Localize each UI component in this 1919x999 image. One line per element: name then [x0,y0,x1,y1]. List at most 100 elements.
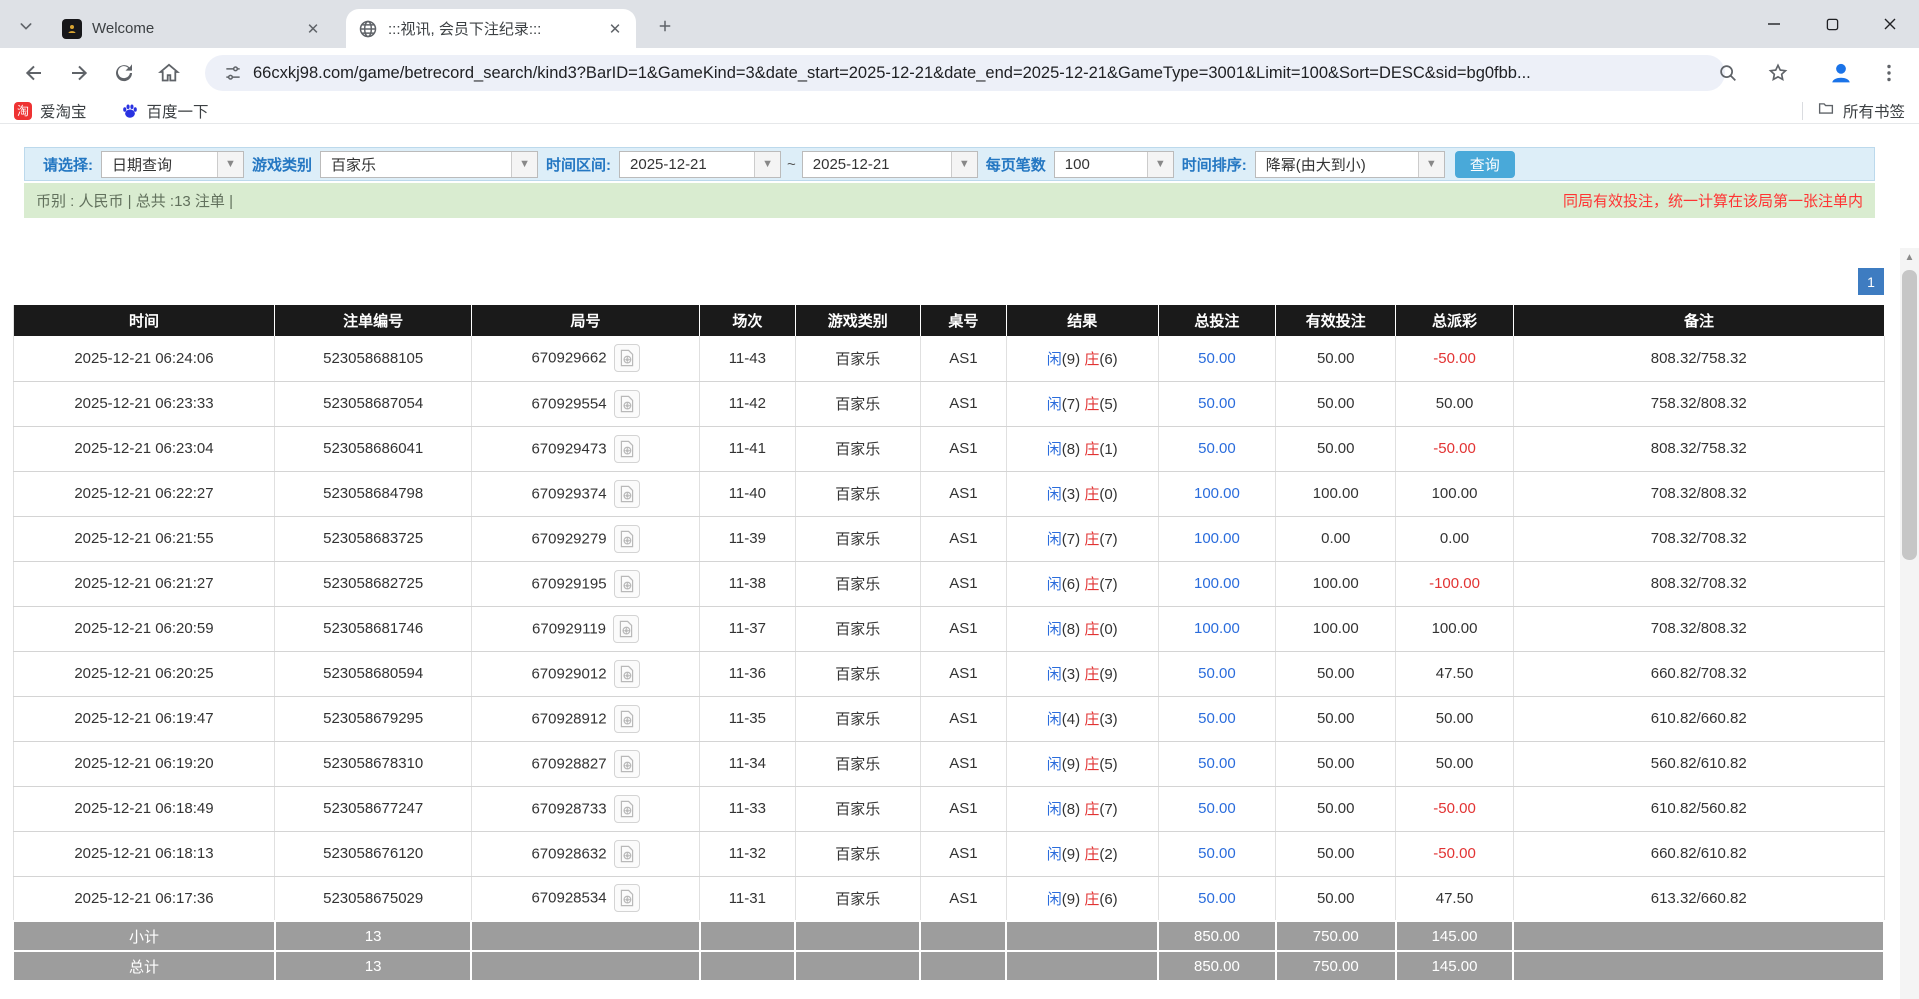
video-replay-icon [619,395,635,413]
address-bar[interactable]: 66cxkj98.com/game/betrecord_search/kind3… [205,55,1725,91]
cell-time: 2025-12-21 06:18:13 [13,831,275,876]
tab-close-icon[interactable]: ✕ [302,18,324,40]
query-mode-select[interactable]: 日期查询 ▼ [101,151,244,178]
cell-result: 闲(8) 庄(7) [1006,786,1158,831]
new-tab-button[interactable] [652,13,678,39]
page-size-value: 100 [1055,152,1147,177]
cell-remark: 660.82/610.82 [1513,831,1884,876]
subtotal-row: 小计13 850.00750.00 145.00 [13,921,1884,951]
cell-round-id: 670929473 [471,426,699,471]
video-replay-button[interactable] [613,615,639,643]
cell-time: 2025-12-21 06:23:33 [13,381,275,426]
site-settings-icon[interactable] [223,63,243,83]
date-start-select[interactable]: 2025-12-21 ▼ [619,151,781,178]
cell-time: 2025-12-21 06:21:55 [13,516,275,561]
sort-select[interactable]: 降幂(由大到小) ▼ [1255,151,1445,178]
url-text[interactable]: 66cxkj98.com/game/betrecord_search/kind3… [253,64,1713,83]
game-type-select[interactable]: 百家乐 ▼ [320,151,538,178]
page-size-select[interactable]: 100 ▼ [1054,151,1174,178]
cell-bet-id: 523058684798 [275,471,471,516]
cell-remark: 708.32/808.32 [1513,471,1884,516]
cell-session: 11-35 [700,696,795,741]
footer-empty [471,921,699,951]
home-icon[interactable] [157,61,181,85]
video-replay-button[interactable] [614,435,640,463]
maximize-button[interactable] [1803,0,1861,48]
video-replay-button[interactable] [614,795,640,823]
profile-avatar[interactable] [1825,57,1857,89]
column-header: 游戏类别 [795,305,920,336]
close-window-button[interactable] [1861,0,1919,48]
bookmark-star-icon[interactable] [1767,62,1789,84]
cell-result: 闲(9) 庄(2) [1006,831,1158,876]
video-replay-button[interactable] [614,344,640,372]
video-replay-button[interactable] [614,480,640,508]
scrollbar-thumb[interactable] [1902,270,1917,560]
tab-search-button[interactable] [12,12,40,40]
window-controls [1745,0,1919,48]
tab-strip: Welcome ✕ :::视讯, 会员下注纪录::: ✕ [0,0,1919,48]
tab-bet-records[interactable]: :::视讯, 会员下注纪录::: ✕ [346,9,636,48]
site-logo-icon [62,19,82,39]
chevron-down-icon: ▼ [951,152,977,177]
date-end-value: 2025-12-21 [803,152,951,177]
cell-time: 2025-12-21 06:18:49 [13,786,275,831]
column-header: 场次 [700,305,795,336]
cell-table-no: AS1 [920,831,1006,876]
back-icon[interactable] [22,61,46,85]
vertical-scrollbar[interactable]: ▲ ▼ [1900,248,1919,999]
video-replay-button[interactable] [614,750,640,778]
video-replay-button[interactable] [614,525,640,553]
date-end-select[interactable]: 2025-12-21 ▼ [802,151,978,178]
cell-valid-bet: 50.00 [1276,696,1396,741]
cell-session: 11-36 [700,651,795,696]
video-replay-button[interactable] [614,840,640,868]
table-row: 2025-12-21 06:21:55 523058683725 6709292… [13,516,1884,561]
cell-result: 闲(9) 庄(6) [1006,336,1158,381]
bookmark-baidu[interactable]: 百度一下 [121,100,209,122]
cell-bet-id: 523058683725 [275,516,471,561]
cell-game-type: 百家乐 [795,786,920,831]
tab-welcome[interactable]: Welcome ✕ [50,9,334,48]
zoom-icon[interactable] [1717,62,1739,84]
cell-payout: 0.00 [1396,516,1514,561]
column-header: 总投注 [1158,305,1276,336]
table-row: 2025-12-21 06:24:06 523058688105 6709296… [13,336,1884,381]
cell-game-type: 百家乐 [795,516,920,561]
scroll-up-icon[interactable]: ▲ [1900,248,1919,267]
chevron-down-icon [18,18,34,34]
tab-close-icon[interactable]: ✕ [604,18,626,40]
cell-remark: 808.32/758.32 [1513,336,1884,381]
column-header: 有效投注 [1276,305,1396,336]
search-button[interactable]: 查询 [1455,151,1515,178]
cell-bet-id: 523058677247 [275,786,471,831]
cell-result: 闲(6) 庄(7) [1006,561,1158,606]
cell-time: 2025-12-21 06:19:47 [13,696,275,741]
cell-time: 2025-12-21 06:21:27 [13,561,275,606]
all-bookmarks-button[interactable]: 所有书签 [1817,99,1905,122]
table-footer: 小计13 850.00750.00 145.00 总计13 850.00750.… [13,921,1884,981]
reload-icon[interactable] [112,61,136,85]
cell-total-bet: 50.00 [1158,741,1276,786]
video-replay-button[interactable] [614,570,640,598]
cell-game-type: 百家乐 [795,741,920,786]
video-replay-button[interactable] [614,390,640,418]
bookmark-taobao[interactable]: 淘 爱淘宝 [14,100,87,122]
cell-round-id: 670929374 [471,471,699,516]
pagination-page-1[interactable]: 1 [1858,268,1884,295]
video-replay-button[interactable] [614,705,640,733]
table-row: 2025-12-21 06:23:04 523058686041 6709294… [13,426,1884,471]
cell-round-id: 670928733 [471,786,699,831]
video-replay-icon [619,485,635,503]
currency-total-text: 币别 : 人民币 | 总共 :13 注单 | [36,190,233,211]
browser-menu-icon[interactable] [1877,61,1901,85]
video-replay-button[interactable] [614,884,640,912]
minimize-button[interactable] [1745,0,1803,48]
forward-icon[interactable] [67,61,91,85]
column-header: 结果 [1006,305,1158,336]
video-replay-button[interactable] [614,660,640,688]
footer-valid-bet: 750.00 [1276,951,1396,981]
cell-valid-bet: 50.00 [1276,786,1396,831]
cell-session: 11-32 [700,831,795,876]
cell-time: 2025-12-21 06:24:06 [13,336,275,381]
